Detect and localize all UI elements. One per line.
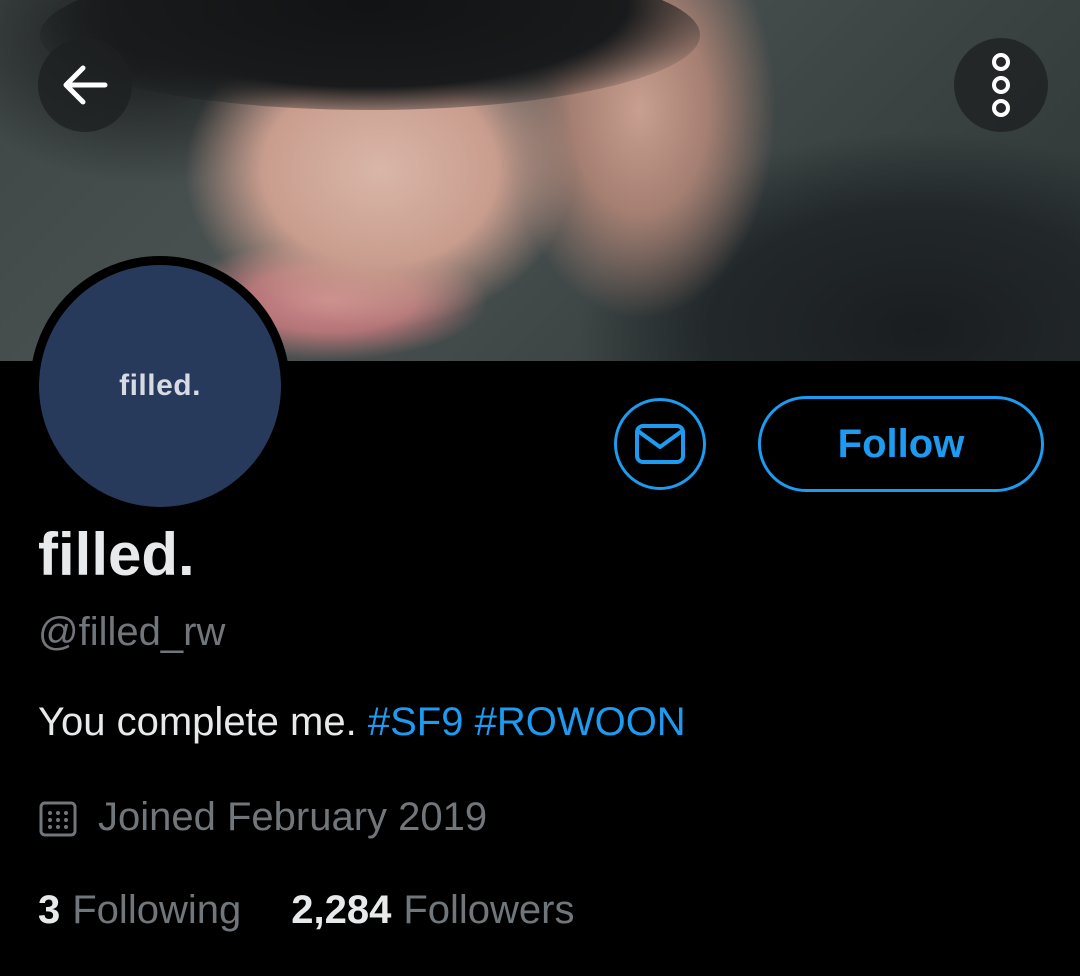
profile-avatar[interactable]: filled.	[30, 256, 290, 516]
user-handle: @filled_rw	[38, 610, 226, 654]
more-options-button[interactable]	[954, 38, 1048, 132]
followers-label: Followers	[403, 888, 575, 932]
avatar-text: filled.	[119, 369, 201, 402]
hashtag-link[interactable]: #SF9	[368, 700, 464, 744]
message-button[interactable]	[614, 398, 706, 490]
following-link[interactable]: 3 Following	[38, 888, 241, 933]
following-label: Following	[72, 888, 242, 932]
back-button[interactable]	[38, 38, 132, 132]
followers-link[interactable]: 2,284 Followers	[291, 888, 574, 933]
banner-photo-detail	[40, 0, 700, 110]
arrow-left-icon	[63, 65, 108, 105]
follow-stats: 3 Following 2,284 Followers	[38, 888, 624, 933]
joined-date: Joined February 2019	[38, 795, 487, 840]
bio-text: You complete me.	[38, 700, 357, 744]
following-count: 3	[38, 888, 61, 932]
profile-bio: You complete me. #SF9 #ROWOON	[38, 700, 686, 745]
joined-text: Joined February 2019	[98, 795, 488, 839]
envelope-icon	[635, 424, 685, 464]
more-vertical-icon	[992, 53, 1010, 117]
hashtag-link[interactable]: #ROWOON	[475, 700, 686, 744]
follow-button[interactable]: Follow	[758, 396, 1044, 492]
display-name: filled.	[38, 521, 195, 588]
avatar-image: filled.	[39, 265, 281, 507]
calendar-icon	[39, 801, 77, 836]
followers-count: 2,284	[291, 888, 392, 932]
